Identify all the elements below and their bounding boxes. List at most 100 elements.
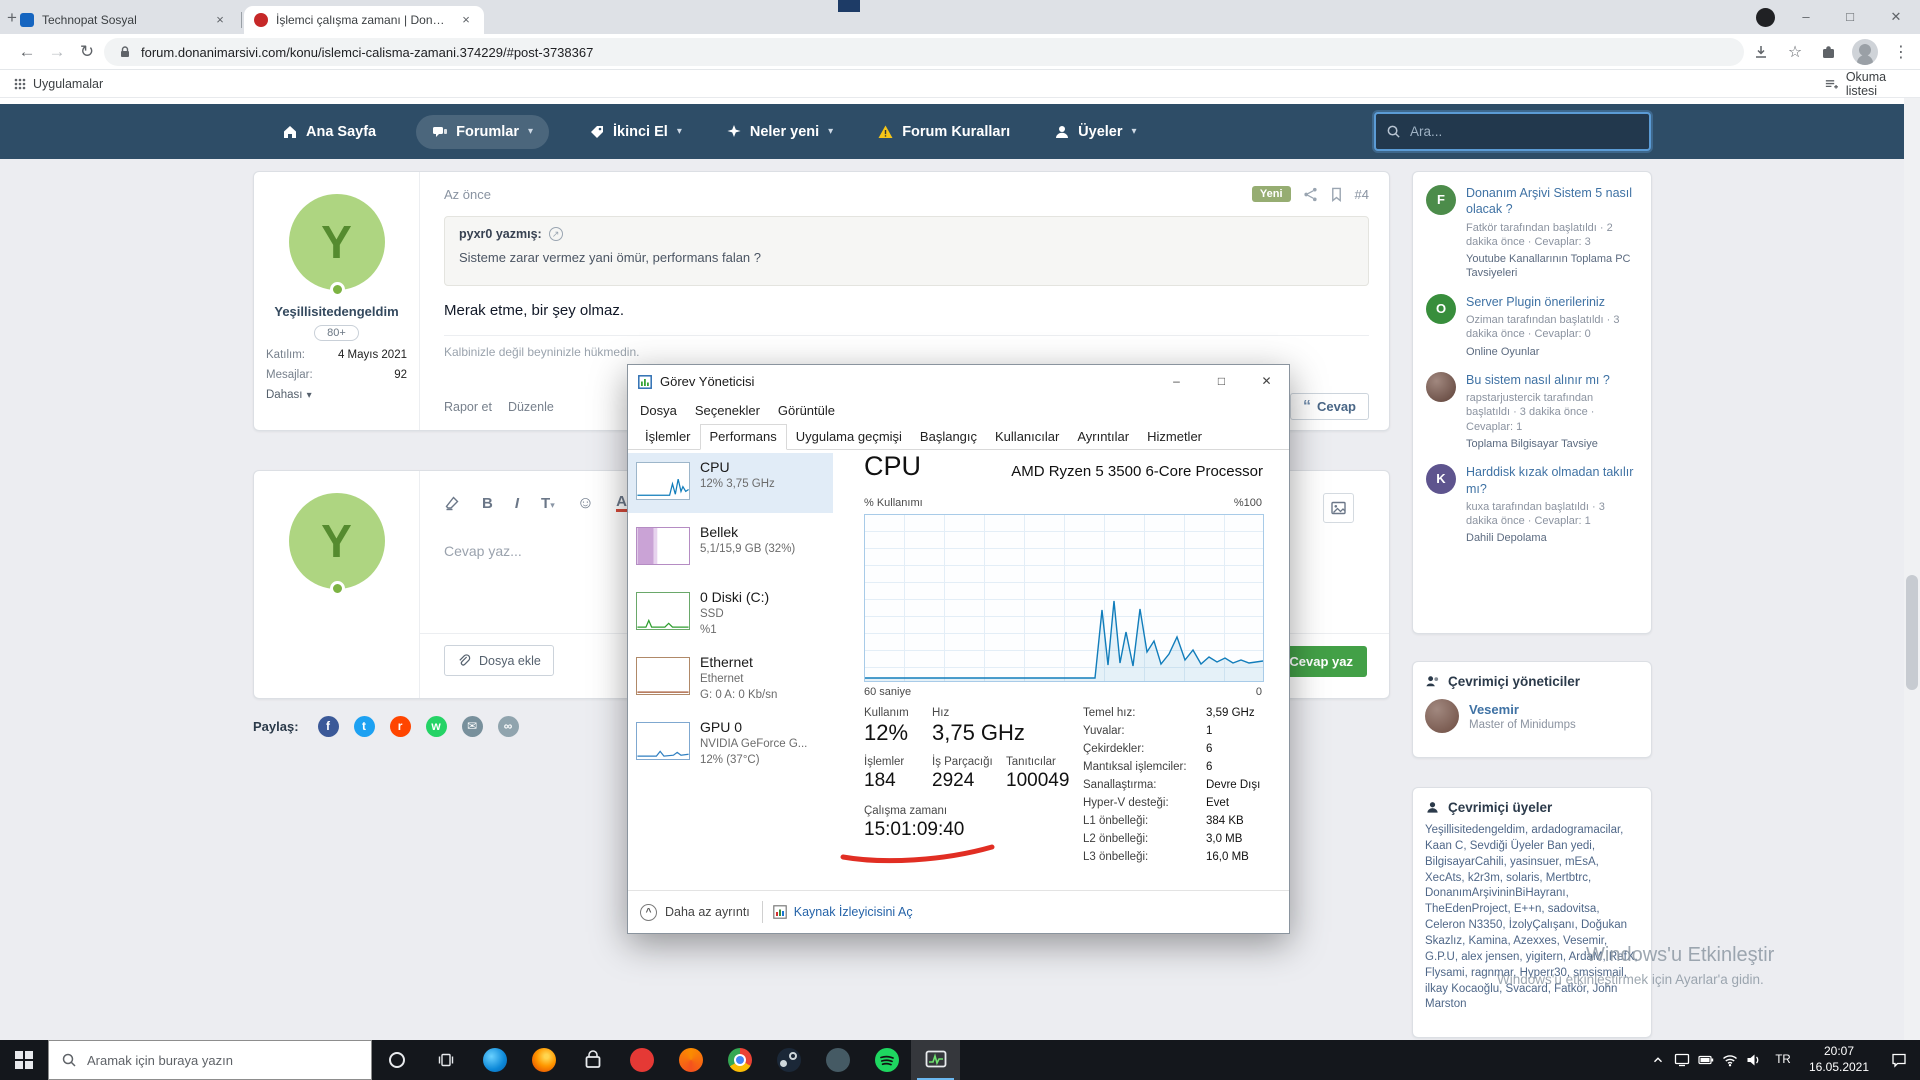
taskbar-search-box[interactable] — [48, 1040, 372, 1080]
post-timestamp[interactable]: Az önce — [444, 187, 491, 202]
new-tab-button[interactable]: + — [0, 7, 24, 31]
moderator-name[interactable]: Vesemir — [1469, 702, 1576, 717]
battery-icon[interactable] — [1694, 1052, 1718, 1068]
user-avatar[interactable]: Y — [289, 194, 385, 290]
share-icon[interactable] — [1303, 187, 1318, 202]
start-button[interactable] — [0, 1040, 48, 1080]
nav-rules[interactable]: Forum Kuralları — [873, 115, 1014, 149]
window-maximize-button[interactable]: □ — [1830, 0, 1870, 34]
font-size-icon[interactable]: T▾ — [541, 495, 555, 512]
browser-tab-active[interactable]: İşlemci çalışma zamanı | Donanım... × — [244, 6, 484, 34]
post-number[interactable]: #4 — [1355, 187, 1369, 202]
thread-title[interactable]: Server Plugin önerileriniz — [1466, 294, 1638, 310]
bookmark-icon[interactable] — [1330, 187, 1343, 202]
reply-button[interactable]: “ Cevap — [1290, 393, 1369, 420]
display-icon[interactable] — [1670, 1052, 1694, 1068]
tm-tab-details[interactable]: Ayrıntılar — [1068, 425, 1138, 449]
author-name[interactable]: Yeşillisitedengeldim — [254, 304, 419, 319]
twitter-icon[interactable]: t — [354, 716, 375, 737]
facebook-icon[interactable]: f — [318, 716, 339, 737]
reading-list-button[interactable]: Okuma listesi — [1824, 74, 1920, 94]
window-minimize-button[interactable]: – — [1786, 0, 1826, 34]
taskbar-app-spotify[interactable] — [862, 1040, 911, 1080]
taskbar-app-orange[interactable] — [666, 1040, 715, 1080]
quote-block[interactable]: pyxr0 yazmış: ↗ Sisteme zarar vermez yan… — [444, 216, 1369, 286]
tm-tab-performance[interactable]: Performans — [700, 424, 787, 450]
italic-icon[interactable]: I — [515, 495, 519, 512]
page-scrollbar[interactable] — [1904, 98, 1920, 1040]
user-avatar[interactable]: Y — [289, 493, 385, 589]
language-indicator[interactable]: TR — [1766, 1054, 1800, 1066]
taskbar-clock[interactable]: 20:07 16.05.2021 — [1800, 1044, 1878, 1075]
thread-category[interactable]: Youtube Kanallarının Toplama PC Tavsiyel… — [1466, 252, 1638, 281]
tm-menu-view[interactable]: Görüntüle — [778, 403, 835, 418]
thread-title[interactable]: Harddisk kızak olmadan takılır mı? — [1466, 464, 1638, 497]
tm-tab-startup[interactable]: Başlangıç — [911, 425, 986, 449]
taskbar-app-chrome[interactable] — [715, 1040, 764, 1080]
tray-chevron-up-icon[interactable] — [1646, 1053, 1670, 1067]
scrollbar-thumb[interactable] — [1906, 575, 1918, 690]
taskbar-app-steam[interactable] — [764, 1040, 813, 1080]
tm-menu-options[interactable]: Seçenekler — [695, 403, 760, 418]
edit-link[interactable]: Düzenle — [508, 400, 554, 414]
more-link[interactable]: Dahası ▾ — [254, 389, 419, 401]
tm-titlebar[interactable]: Görev Yöneticisi – □ ✕ — [628, 365, 1289, 398]
volume-icon[interactable] — [1742, 1052, 1766, 1068]
insert-image-button[interactable] — [1323, 493, 1354, 523]
thread-item[interactable]: O Server Plugin önerileriniz Oziman tara… — [1426, 294, 1638, 359]
open-resource-monitor-link[interactable]: Kaynak İzleyicisini Aç — [773, 905, 913, 919]
nav-members[interactable]: Üyeler ▾ — [1050, 115, 1140, 149]
nav-home[interactable]: Ana Sayfa — [278, 115, 380, 149]
tm-sidebar-cpu[interactable]: CPU12% 3,75 GHz — [628, 453, 833, 513]
address-bar[interactable]: forum.donanimarsivi.com/konu/islemci-cal… — [104, 38, 1744, 66]
reload-button[interactable]: ↻ — [74, 40, 100, 64]
taskbar-app-dark[interactable] — [813, 1040, 862, 1080]
nav-whatsnew[interactable]: Neler yeni ▾ — [722, 115, 837, 149]
taskbar-app-red[interactable] — [617, 1040, 666, 1080]
link-icon[interactable]: ∞ — [498, 716, 519, 737]
task-view-button[interactable] — [421, 1040, 470, 1080]
tm-sidebar-disk[interactable]: 0 Diski (C:)SSD%1 — [628, 583, 833, 643]
moderator-item[interactable]: Vesemir Master of Minidumps — [1425, 699, 1639, 733]
taskbar-app-edge[interactable] — [470, 1040, 519, 1080]
titlebar-profile-icon[interactable] — [1756, 8, 1775, 27]
browser-tab-technopat[interactable]: Technopat Sosyal × — [10, 6, 238, 34]
forward-button[interactable]: → — [44, 40, 70, 64]
remove-format-icon[interactable] — [444, 495, 460, 511]
tm-sidebar-memory[interactable]: Bellek5,1/15,9 GB (32%) — [628, 518, 833, 578]
email-icon[interactable]: ✉ — [462, 716, 483, 737]
taskbar-app-firefox[interactable] — [519, 1040, 568, 1080]
back-button[interactable]: ← — [14, 40, 40, 64]
smiley-icon[interactable]: ☺ — [577, 493, 594, 513]
taskbar-app-store[interactable] — [568, 1040, 617, 1080]
apps-shortcut[interactable]: Uygulamalar — [14, 74, 103, 94]
thread-item[interactable]: Bu sistem nasıl alınır mı ? rapstarjuste… — [1426, 372, 1638, 451]
expand-quote-icon[interactable]: ↗ — [549, 227, 563, 241]
reply-input[interactable]: Cevap yaz... — [444, 543, 522, 559]
taskbar-app-task-manager[interactable] — [911, 1040, 960, 1080]
report-link[interactable]: Rapor et — [444, 400, 492, 414]
nav-forums[interactable]: Forumlar ▾ — [416, 115, 549, 149]
thread-title[interactable]: Bu sistem nasıl alınır mı ? — [1466, 372, 1638, 388]
cortana-button[interactable] — [372, 1040, 421, 1080]
forum-search-input[interactable] — [1410, 124, 1610, 139]
tm-close-button[interactable]: ✕ — [1244, 365, 1289, 398]
thread-item[interactable]: F Donanım Arşivi Sistem 5 nasıl olacak ?… — [1426, 185, 1638, 281]
taskbar-search-input[interactable] — [87, 1053, 337, 1068]
thread-title[interactable]: Donanım Arşivi Sistem 5 nasıl olacak ? — [1466, 185, 1638, 218]
tm-tab-users[interactable]: Kullanıcılar — [986, 425, 1068, 449]
thread-item[interactable]: K Harddisk kızak olmadan takılır mı? kux… — [1426, 464, 1638, 545]
tm-menu-file[interactable]: Dosya — [640, 403, 677, 418]
tm-sidebar-ethernet[interactable]: EthernetEthernetG: 0 A: 0 Kb/sn — [628, 648, 833, 708]
thread-category[interactable]: Dahili Depolama — [1466, 531, 1638, 545]
bookmark-star-icon[interactable]: ☆ — [1782, 40, 1808, 64]
tm-tab-history[interactable]: Uygulama geçmişi — [787, 425, 911, 449]
browser-profile-avatar[interactable] — [1852, 39, 1878, 65]
tm-maximize-button[interactable]: □ — [1199, 365, 1244, 398]
tm-sidebar-gpu[interactable]: GPU 0NVIDIA GeForce G...12% (37°C) — [628, 713, 833, 773]
nav-secondhand[interactable]: İkinci El ▾ — [585, 115, 686, 149]
window-close-button[interactable]: ✕ — [1876, 0, 1916, 34]
whatsapp-icon[interactable]: w — [426, 716, 447, 737]
download-icon[interactable] — [1748, 40, 1774, 64]
reddit-icon[interactable]: r — [390, 716, 411, 737]
